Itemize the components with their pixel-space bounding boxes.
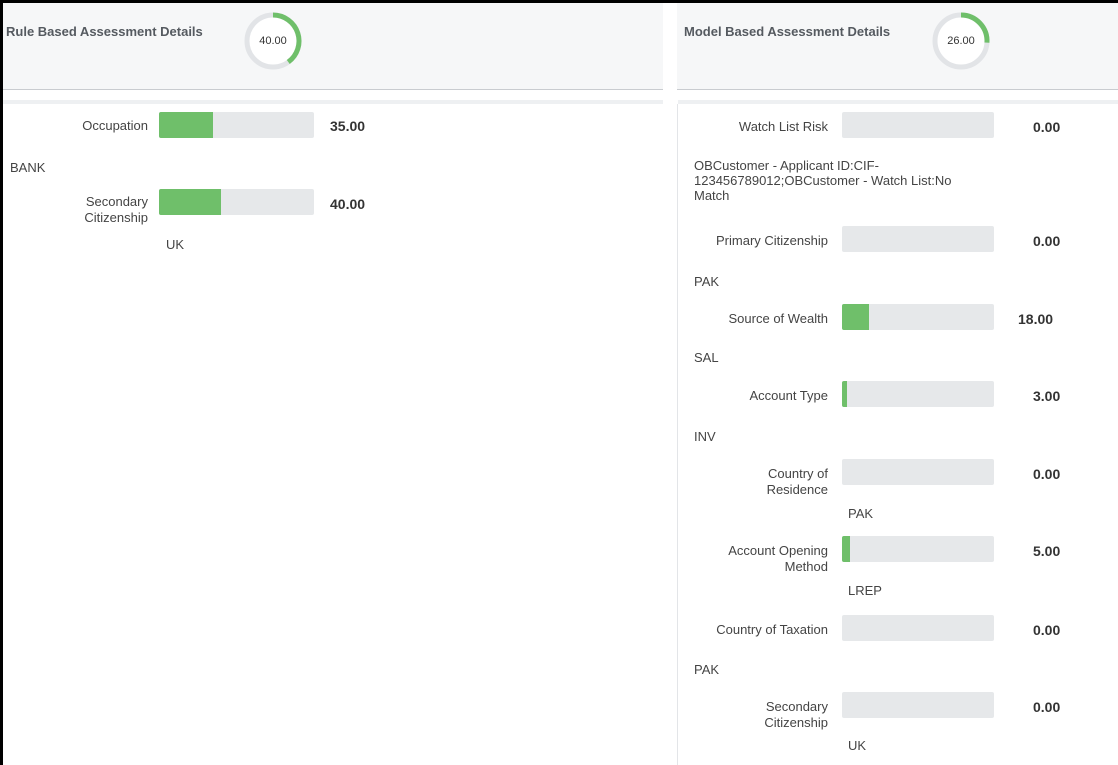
rule-item-detail: BANK bbox=[10, 160, 46, 175]
model-item-bar bbox=[842, 381, 994, 407]
model-item-bar-fill bbox=[842, 304, 870, 330]
model-item-value: 0.00 bbox=[1033, 622, 1061, 638]
model-item-detail: UK bbox=[848, 738, 867, 753]
model-item-value: 0.00 bbox=[1033, 699, 1061, 715]
model-item-detail: PAK bbox=[848, 506, 874, 521]
model-item-bar bbox=[842, 536, 994, 562]
model-item-detail: PAK bbox=[694, 274, 720, 289]
rule-item-detail: UK bbox=[166, 237, 185, 252]
model-item-bar bbox=[842, 459, 994, 485]
panel-divider bbox=[663, 89, 677, 765]
model-item-bar bbox=[842, 304, 994, 330]
model-item-bar-fill bbox=[842, 536, 850, 562]
model-item-value: 0.00 bbox=[1033, 119, 1061, 135]
rule-item-label: Occupation bbox=[82, 118, 148, 133]
model-item-value: 0.00 bbox=[1033, 466, 1061, 482]
rule-panel-subline bbox=[3, 100, 663, 104]
model-item-value: 0.00 bbox=[1033, 233, 1061, 249]
rule-item-value: 40.00 bbox=[330, 196, 366, 212]
rule-item-bar-fill bbox=[159, 112, 214, 138]
model-item-bar-fill bbox=[842, 381, 847, 407]
model-item-detail: SAL bbox=[694, 350, 719, 365]
model-item-label: Country of Taxation bbox=[716, 622, 828, 637]
rule-panel-header: Rule Based Assessment Details 40.00 bbox=[3, 3, 663, 90]
model-item-bar bbox=[842, 112, 994, 138]
model-item-label: Country of Residence bbox=[766, 466, 828, 497]
model-item-label: Account Opening Method bbox=[728, 543, 828, 574]
model-item-value: 5.00 bbox=[1033, 543, 1061, 559]
model-panel-border bbox=[677, 104, 678, 765]
model-item-label: Secondary Citizenship bbox=[764, 699, 828, 730]
rule-item-bar-fill bbox=[159, 189, 221, 215]
rule-item-bar bbox=[159, 112, 314, 138]
model-score-value: 26.00 bbox=[947, 35, 975, 47]
model-item-label: Source of Wealth bbox=[728, 311, 828, 326]
model-item-bar bbox=[842, 226, 994, 252]
model-item-bar bbox=[842, 615, 994, 641]
model-panel-subline bbox=[678, 100, 1118, 104]
model-item-label: Watch List Risk bbox=[738, 119, 828, 134]
rule-score-gauge: 40.00 bbox=[243, 11, 303, 71]
model-score-gauge: 26.00 bbox=[931, 11, 991, 71]
rule-score-value: 40.00 bbox=[259, 35, 287, 47]
model-item-detail: OBCustomer - Applicant ID:CIF-1234567890… bbox=[694, 158, 952, 203]
model-panel-header: Model Based Assessment Details 26.00 bbox=[677, 3, 1118, 90]
model-item-label: Account Type bbox=[749, 388, 828, 403]
model-item-bar bbox=[842, 692, 994, 718]
rule-panel-title: Rule Based Assessment Details bbox=[6, 24, 203, 39]
rule-item-value: 35.00 bbox=[330, 118, 366, 134]
model-panel-title: Model Based Assessment Details bbox=[684, 24, 891, 39]
model-item-value: 18.00 bbox=[1018, 311, 1054, 327]
model-item-value: 3.00 bbox=[1033, 388, 1061, 404]
rule-item-bar bbox=[159, 189, 314, 215]
model-item-detail: INV bbox=[694, 429, 716, 444]
model-item-detail: PAK bbox=[694, 662, 720, 677]
model-item-detail: LREP bbox=[848, 583, 882, 598]
model-item-label: Primary Citizenship bbox=[716, 233, 828, 248]
rule-item-label: Secondary Citizenship bbox=[84, 194, 148, 225]
